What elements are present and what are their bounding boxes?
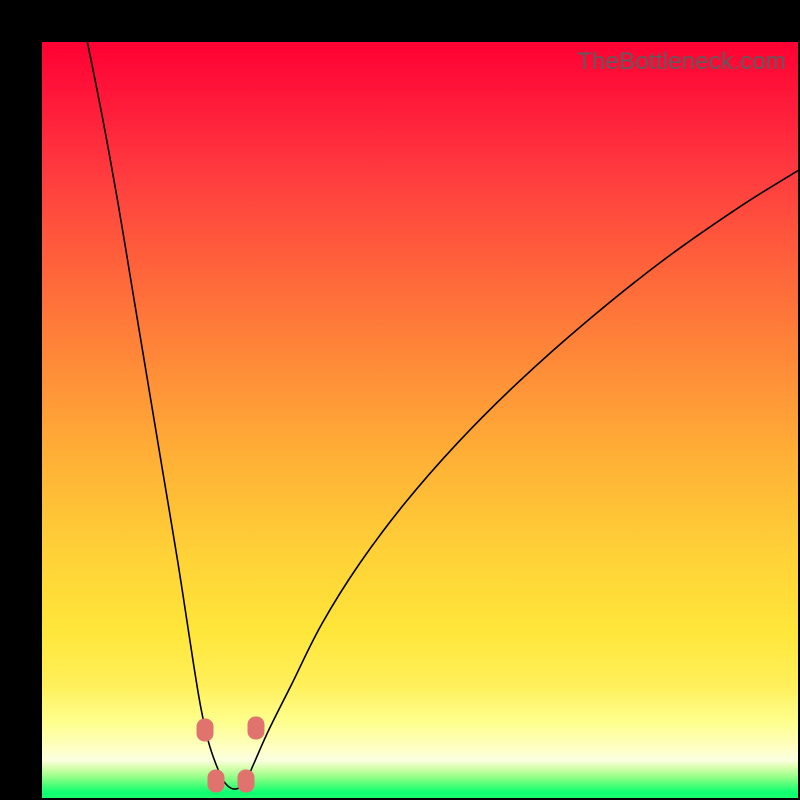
baseline — [42, 795, 798, 798]
curve-marker — [238, 770, 255, 793]
plot-area: TheBottleneck.com — [42, 42, 798, 798]
chart-frame: TheBottleneck.com — [0, 0, 800, 800]
bottleneck-curve — [87, 42, 798, 789]
curve-marker — [196, 718, 213, 741]
curve-marker — [247, 717, 264, 740]
curve-marker — [207, 770, 224, 793]
curve-svg — [42, 42, 798, 798]
watermark-text: TheBottleneck.com — [577, 48, 786, 76]
